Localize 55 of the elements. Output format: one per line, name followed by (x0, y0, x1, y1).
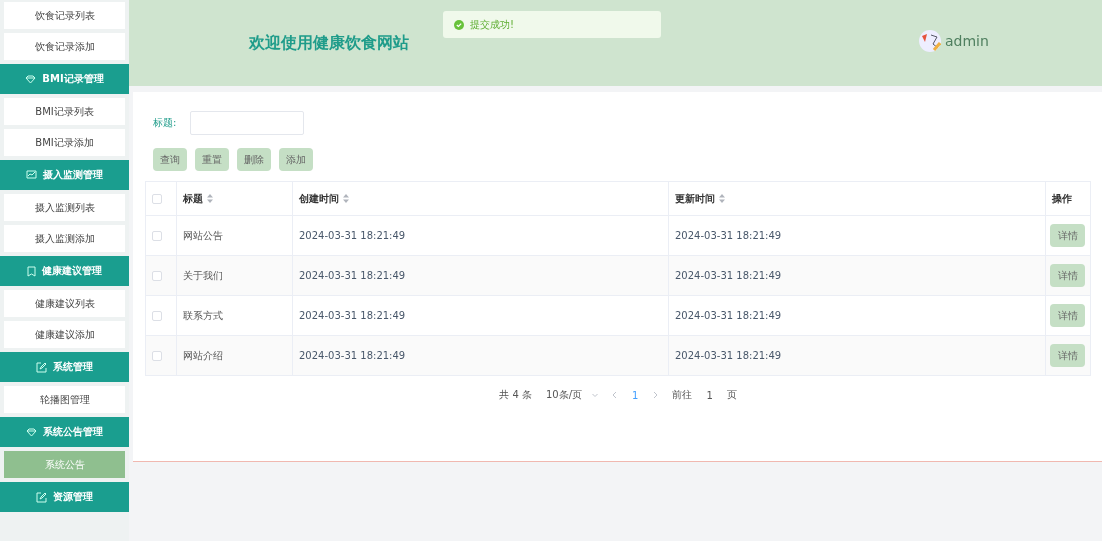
action-button[interactable]: 查询 (153, 148, 187, 171)
action-button[interactable]: 重置 (195, 148, 229, 171)
total-count: 共 4 条 (499, 388, 532, 402)
detail-button[interactable]: 详情 (1050, 224, 1085, 247)
column-header: 更新时间 (675, 191, 715, 206)
table-cell: 2024-03-31 18:21:49 (299, 350, 406, 361)
menu-item[interactable]: 摄入监测列表 (4, 194, 125, 221)
table-cell: 2024-03-31 18:21:49 (299, 310, 406, 321)
page-size-select[interactable]: 10条/页 (545, 388, 583, 402)
table-cell: 2024-03-31 18:21:49 (675, 310, 782, 321)
detail-button[interactable]: 详情 (1050, 264, 1085, 287)
menu-group-label: 资源管理 (53, 490, 93, 504)
menu-item[interactable]: 摄入监测添加 (4, 225, 125, 252)
action-button[interactable]: 添加 (279, 148, 313, 171)
table-cell: 2024-03-31 18:21:49 (675, 350, 782, 361)
table-cell: 网站公告 (183, 228, 223, 243)
detail-button[interactable]: 详情 (1050, 304, 1085, 327)
table-cell: 2024-03-31 18:21:49 (675, 270, 782, 281)
site-title: 欢迎使用健康饮食网站 (249, 32, 409, 54)
menu-group-label: 系统公告管理 (43, 425, 103, 439)
menu-item[interactable]: 轮播图管理 (4, 386, 125, 413)
table-cell: 2024-03-31 18:21:49 (299, 230, 406, 241)
menu-item[interactable]: 饮食记录添加 (4, 33, 125, 60)
table-cell: 网站介绍 (183, 348, 223, 363)
table-cell: 2024-03-31 18:21:49 (675, 230, 782, 241)
menu-group-label: BMI记录管理 (42, 72, 104, 86)
menu-group[interactable]: 摄入监测管理 (0, 160, 129, 190)
goto-label: 前往 (672, 388, 693, 402)
menu-group[interactable]: 系统公告管理 (0, 417, 129, 447)
menu-group[interactable]: 系统管理 (0, 352, 129, 382)
table-cell: 2024-03-31 18:21:49 (299, 270, 406, 281)
page-number[interactable]: 1 (632, 389, 639, 401)
action-button[interactable]: 删除 (237, 148, 271, 171)
column-header: 标题 (183, 191, 203, 206)
table-cell: 关于我们 (183, 268, 223, 283)
menu-group-label: 摄入监测管理 (43, 168, 103, 182)
user-name[interactable]: admin (945, 33, 989, 49)
menu-group-label: 健康建议管理 (42, 264, 102, 278)
goto-page-field[interactable]: 1 (706, 389, 713, 401)
menu-item[interactable]: BMI记录列表 (4, 98, 125, 125)
column-header: 创建时间 (299, 191, 339, 206)
menu-item[interactable]: 饮食记录列表 (4, 2, 125, 29)
menu-item[interactable]: BMI记录添加 (4, 129, 125, 156)
detail-button[interactable]: 详情 (1050, 344, 1085, 367)
menu-group[interactable]: BMI记录管理 (0, 64, 129, 94)
table-cell: 联系方式 (183, 308, 223, 323)
menu-item[interactable]: 健康建议添加 (4, 321, 125, 348)
column-header: 操作 (1052, 191, 1072, 206)
page-suffix: 页 (726, 388, 737, 402)
menu-group[interactable]: 资源管理 (0, 482, 129, 512)
field-label: 标题: (153, 116, 177, 130)
toast-message: 提交成功! (470, 17, 514, 32)
menu-item[interactable]: 健康建议列表 (4, 290, 125, 317)
menu-group-label: 系统管理 (53, 360, 93, 374)
menu-group[interactable]: 健康建议管理 (0, 256, 129, 286)
